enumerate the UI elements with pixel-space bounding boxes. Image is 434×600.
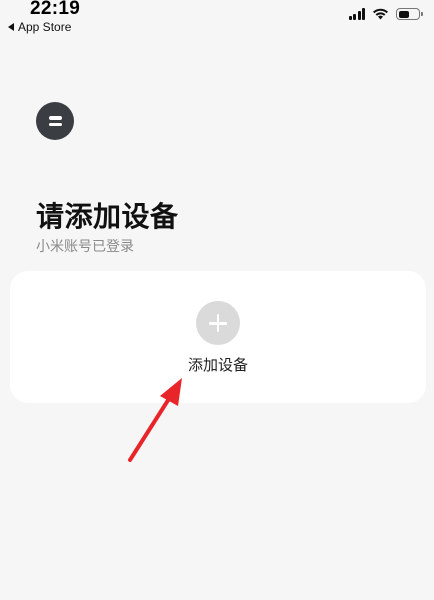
back-app-label: App Store: [18, 20, 72, 34]
menu-icon-bar-bottom: [48, 122, 62, 126]
status-time: 22:19: [30, 0, 81, 19]
add-device-card[interactable]: 添加设备: [10, 271, 426, 403]
status-indicators: [348, 8, 423, 20]
battery-fill: [398, 10, 409, 18]
battery-icon: [396, 8, 423, 20]
red-arrow-icon: [128, 378, 182, 462]
back-triangle-icon: [8, 23, 14, 31]
cellular-signal-icon: [348, 8, 365, 20]
page-title: 请添加设备: [36, 200, 179, 233]
add-device-label[interactable]: 添加设备: [10, 354, 426, 375]
menu-button[interactable]: [36, 102, 74, 140]
plus-icon[interactable]: [196, 301, 240, 345]
app-screen: 22:19 App Store 请添加设备 小米账号已登录 添加设备: [0, 0, 434, 600]
menu-icon-bar-top: [48, 116, 62, 120]
wifi-icon: [373, 8, 388, 20]
back-to-app-store-link[interactable]: App Store: [8, 20, 71, 34]
login-status-text: 小米账号已登录: [36, 239, 134, 255]
